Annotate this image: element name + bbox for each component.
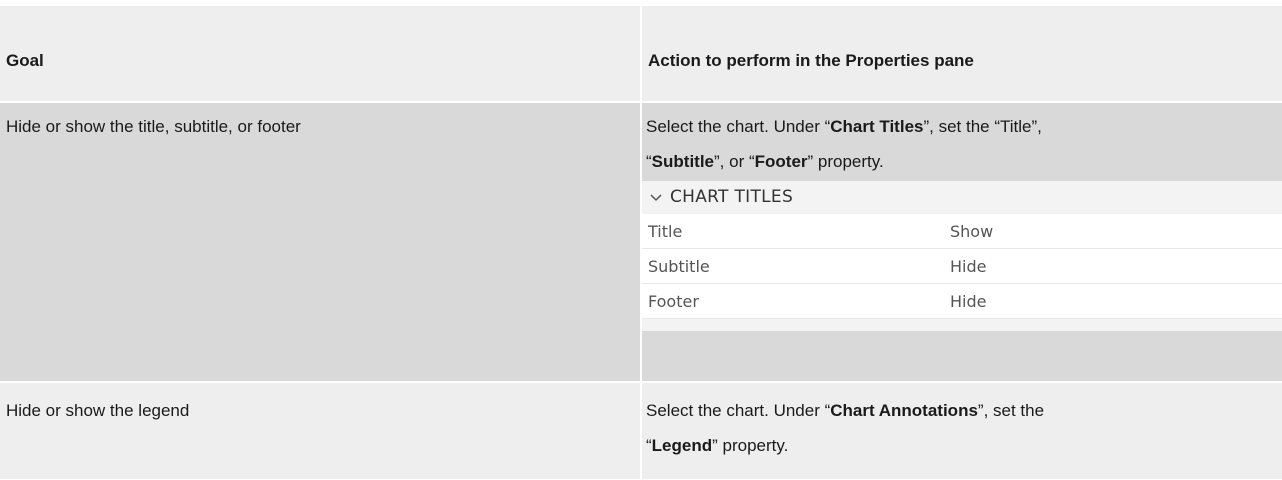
pane-footer-strip	[642, 319, 1282, 331]
properties-table: Goal Action to perform in the Properties…	[0, 6, 1282, 479]
action-bold-text: Chart Titles	[830, 117, 924, 136]
property-value[interactable]: Show	[950, 214, 1282, 249]
table-row: Hide or show the legend Select the chart…	[0, 383, 1282, 479]
property-row-title: Title Show	[642, 214, 1282, 249]
action-text: Select the chart. Under “	[646, 117, 831, 136]
header-action: Action to perform in the Properties pane	[642, 6, 1282, 101]
action-text: ”, set the “Title”,	[923, 117, 1042, 136]
header-goal: Goal	[0, 6, 642, 101]
property-name: Title	[648, 221, 683, 241]
action-text: ”, or “	[714, 152, 755, 171]
action-line-2: “Subtitle”, or “Footer” property.	[646, 144, 1282, 179]
action-text: ” property.	[807, 152, 884, 171]
property-row-subtitle: Subtitle Hide	[642, 249, 1282, 284]
chevron-down-icon	[650, 193, 662, 201]
action-text: ”, set the	[977, 401, 1045, 420]
property-value[interactable]: Hide	[950, 284, 1282, 319]
properties-pane-screenshot: CHART TITLES Title Show Subtitle Hide Fo…	[642, 181, 1282, 331]
property-row-footer: Footer Hide	[642, 284, 1282, 319]
action-text: ” property.	[712, 436, 789, 455]
table-header-row: Goal Action to perform in the Properties…	[0, 6, 1282, 101]
action-bold-text: Subtitle	[651, 152, 715, 171]
action-text: Select the chart. Under “	[646, 401, 831, 420]
action-cell: Select the chart. Under “Chart Annotatio…	[642, 383, 1282, 479]
property-name: Subtitle	[648, 256, 710, 276]
action-line-2: “Legend” property.	[646, 428, 1282, 463]
action-bold-text: Legend	[651, 436, 713, 455]
chart-titles-section-header[interactable]: CHART TITLES	[642, 181, 1282, 214]
property-value[interactable]: Hide	[950, 249, 1282, 284]
action-line-1: Select the chart. Under “Chart Titles”, …	[646, 109, 1282, 144]
action-cell: Select the chart. Under “Chart Titles”, …	[642, 103, 1282, 381]
goal-cell: Hide or show the legend	[0, 383, 642, 479]
action-bold-text: Footer	[754, 152, 808, 171]
table-row: Hide or show the title, subtitle, or foo…	[0, 103, 1282, 381]
goal-cell: Hide or show the title, subtitle, or foo…	[0, 103, 642, 381]
property-name: Footer	[648, 291, 699, 311]
action-line-1: Select the chart. Under “Chart Annotatio…	[646, 393, 1282, 428]
action-bold-text: Chart Annotations	[830, 401, 978, 420]
section-title: CHART TITLES	[670, 187, 794, 207]
